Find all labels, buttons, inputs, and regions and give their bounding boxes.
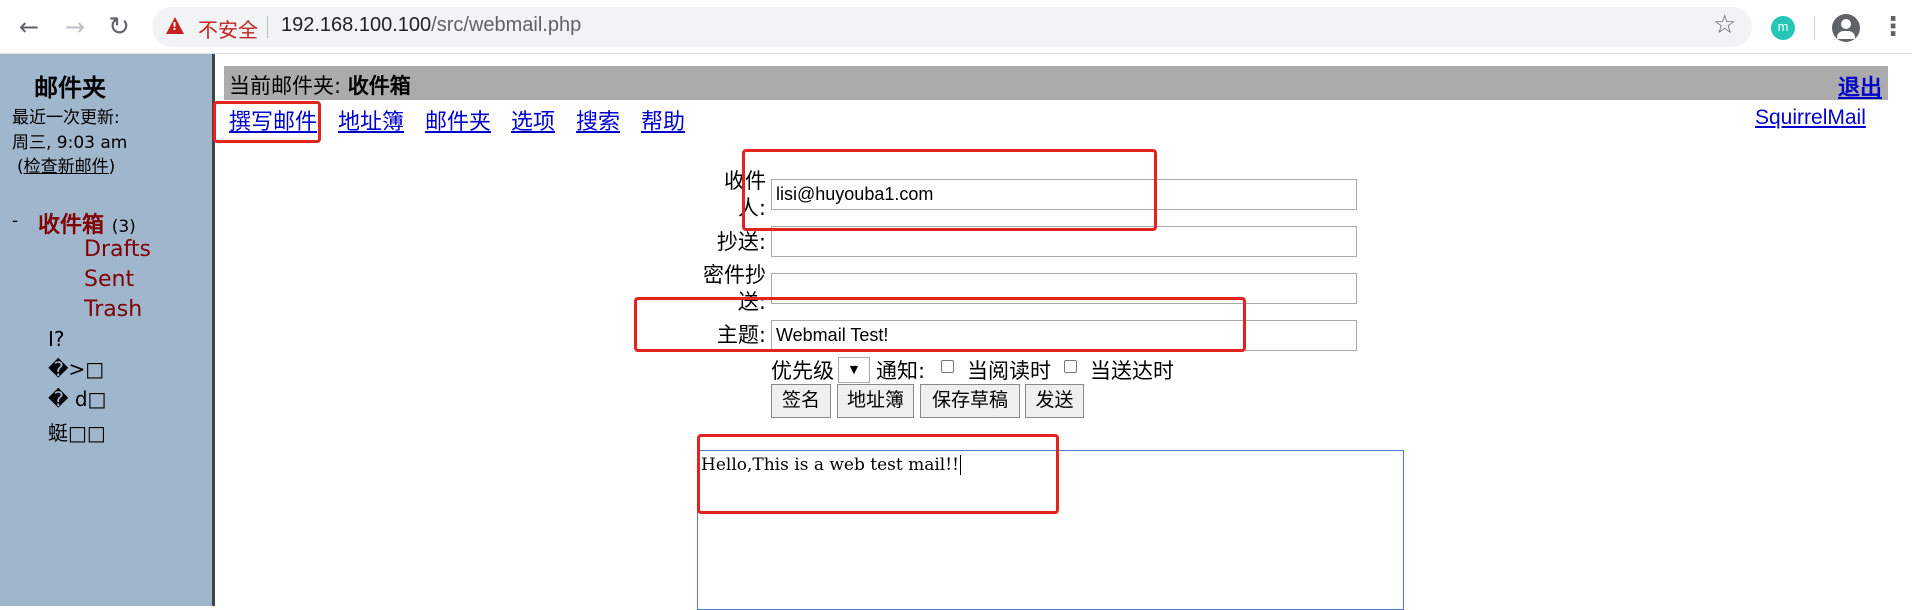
security-label[interactable]: 不安全 — [198, 14, 258, 43]
back-icon[interactable]: ← — [14, 12, 44, 42]
current-folder-heading: 当前邮件夹: 收件箱 — [229, 70, 411, 100]
bcc-label-line1: 密件抄 — [703, 263, 766, 287]
chevron-down-icon: ▼ — [849, 363, 859, 376]
folder-trash[interactable]: Trash — [84, 297, 142, 322]
collapse-toggle[interactable]: - — [12, 211, 18, 231]
forward-icon[interactable]: → — [60, 12, 90, 42]
folder-item-garbled[interactable]: 蜓□□ — [48, 417, 106, 446]
priority-select[interactable]: ▼ — [838, 357, 870, 383]
cc-label: 抄送: — [716, 230, 766, 254]
squirrelmail-link[interactable]: SquirrelMail — [1755, 106, 1866, 130]
reload-icon[interactable]: ↻ — [104, 12, 134, 42]
browser-toolbar: ← → ↻ 不安全 192.168.100.100/src/webmail.ph… — [0, 0, 1912, 54]
check-mail-wrapper: (检查新邮件) — [17, 152, 115, 177]
star-icon[interactable]: ☆ — [1713, 10, 1736, 40]
toolbar-divider — [1814, 16, 1815, 40]
folder-drafts[interactable]: Drafts — [84, 237, 151, 262]
check-mail-close-paren: ) — [108, 157, 116, 177]
annotation-box-to — [742, 149, 1157, 231]
menu-icon[interactable]: ⋮ — [1880, 12, 1906, 42]
save-draft-button[interactable]: 保存草稿 — [920, 384, 1020, 418]
last-refresh-time: 周三, 9:03 am — [12, 133, 128, 153]
url-divider — [267, 16, 268, 38]
inbox-unread-count: (3) — [111, 217, 136, 237]
account-icon[interactable] — [1832, 14, 1860, 42]
folder-inbox-label: 收件箱 — [38, 213, 105, 238]
signout-link[interactable]: 退出 — [1838, 70, 1882, 102]
extension-icon[interactable]: m — [1771, 16, 1795, 40]
folder-item-garbled[interactable]: I? — [48, 327, 65, 351]
folder-pane-title: 邮件夹 — [34, 74, 106, 102]
current-folder-label: 当前邮件夹: — [229, 74, 348, 98]
notify-delivered-checkbox[interactable] — [1064, 360, 1077, 373]
send-button[interactable]: 发送 — [1025, 384, 1084, 418]
notify-read-checkbox[interactable] — [941, 360, 954, 373]
notify-delivered-label: 当送达时 — [1090, 359, 1174, 383]
current-folder-name: 收件箱 — [347, 74, 411, 98]
annotation-box-compose — [213, 101, 321, 143]
nav-help[interactable]: 帮助 — [641, 104, 685, 136]
folder-titlebar — [224, 66, 1888, 100]
nav-search[interactable]: 搜索 — [576, 104, 620, 136]
notify-read-label: 当阅读时 — [967, 359, 1051, 383]
nav-options[interactable]: 选项 — [511, 104, 555, 136]
folder-item-garbled[interactable]: � d□ — [48, 387, 106, 411]
nav-addresses[interactable]: 地址簿 — [338, 104, 404, 136]
folder-inbox[interactable]: 收件箱 (3) — [38, 207, 136, 239]
addresses-button[interactable]: 地址簿 — [837, 384, 914, 418]
annotation-box-subject — [634, 297, 1246, 352]
nav-folders[interactable]: 邮件夹 — [425, 104, 491, 136]
last-refresh-label: 最近一次更新: — [12, 108, 120, 128]
folder-item-garbled[interactable]: �>□ — [48, 357, 104, 381]
check-mail-open-paren: ( — [17, 157, 24, 177]
folder-pane: 邮件夹 最近一次更新: 周三, 9:03 am (检查新邮件) - 收件箱 (3… — [0, 54, 212, 606]
notify-label: 通知: — [876, 359, 926, 383]
check-mail-link[interactable]: 检查新邮件 — [24, 157, 109, 177]
signature-button[interactable]: 签名 — [771, 384, 831, 418]
folder-sent[interactable]: Sent — [84, 267, 134, 292]
annotation-box-body — [697, 434, 1059, 514]
warning-icon — [166, 17, 184, 34]
priority-label: 优先级 — [771, 359, 834, 383]
url-text[interactable]: 192.168.100.100/src/webmail.php — [281, 14, 581, 37]
